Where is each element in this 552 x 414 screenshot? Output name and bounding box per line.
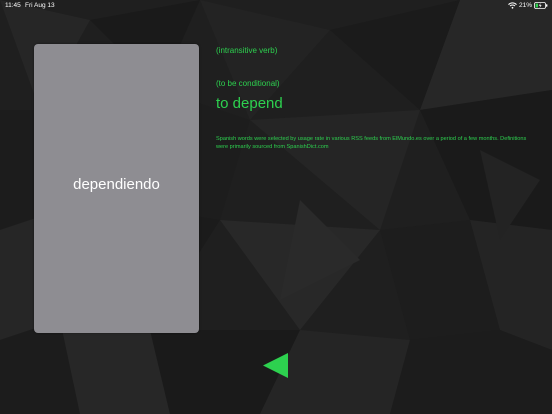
status-bar: 11:45 Fri Aug 13 21% [0,0,552,11]
flashcard-word: dependiendo [73,175,160,193]
back-button[interactable] [262,352,289,379]
battery-charging-icon [534,2,548,9]
status-time: 11:45 [5,2,21,9]
triangle-left-icon [263,353,288,378]
usage-context-label: (to be conditional) [216,79,280,88]
translation-meaning: to depend [216,95,283,112]
status-date: Fri Aug 13 [25,2,55,9]
status-indicators: 21% [508,0,548,11]
battery-percentage: 21% [518,2,532,9]
flashcard[interactable]: dependiendo [34,44,199,333]
wifi-icon [508,2,517,9]
part-of-speech-label: (intransitive verb) [216,46,278,55]
source-note: Spanish words were selected by usage rat… [216,136,527,150]
